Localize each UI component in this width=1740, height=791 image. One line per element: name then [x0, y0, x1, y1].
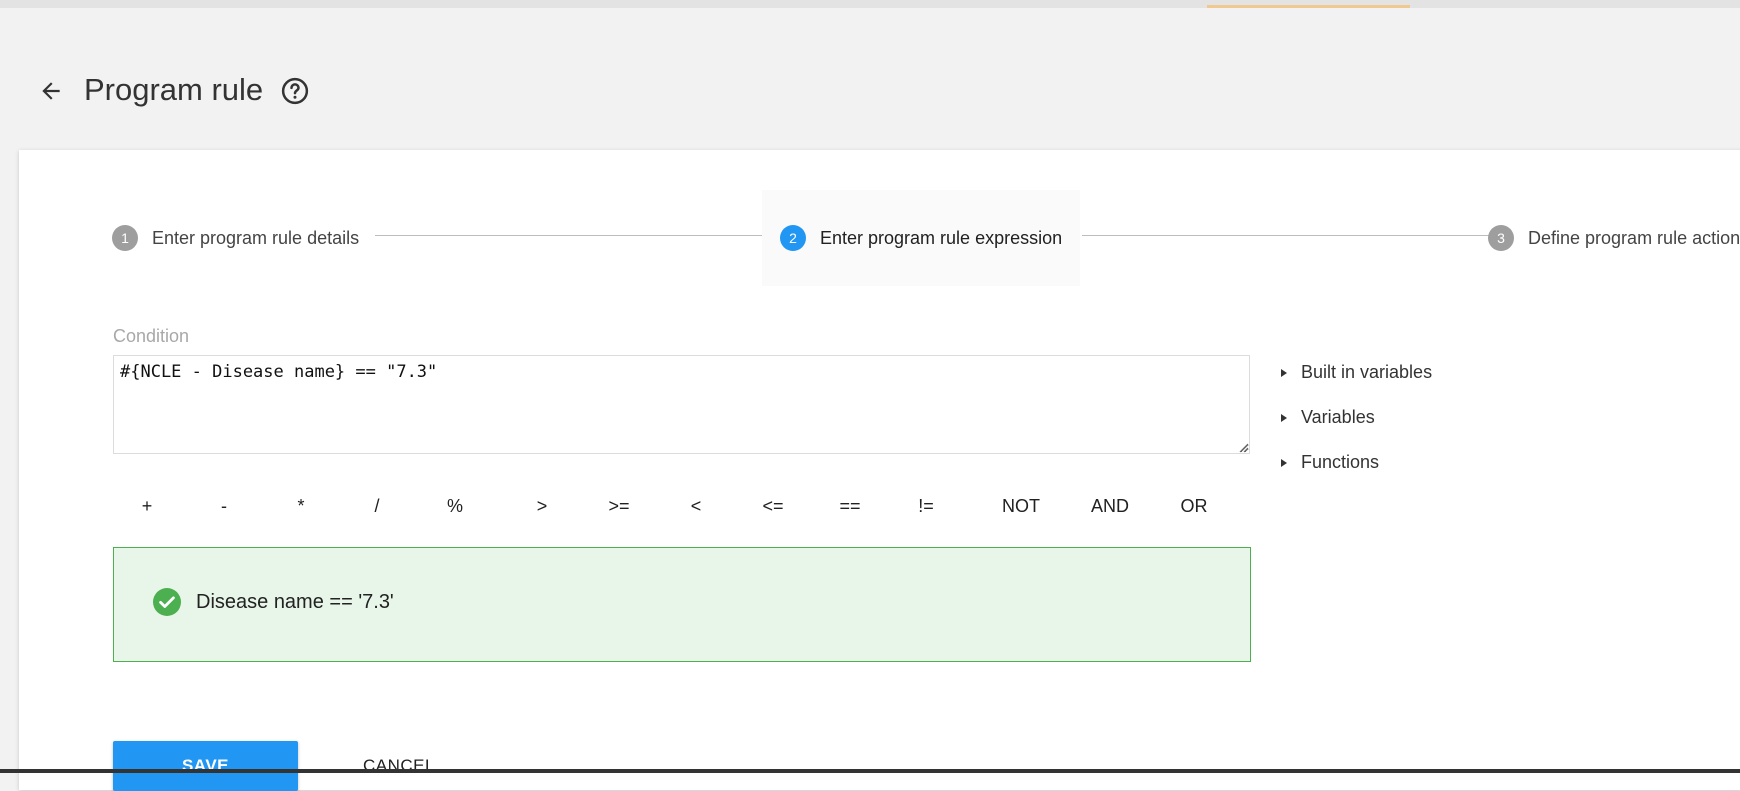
- step-connector: [1082, 235, 1494, 236]
- expression-result-text: Disease name == '7.3': [196, 591, 394, 613]
- resize-grip-icon[interactable]: [1237, 441, 1249, 453]
- cancel-button[interactable]: CANCEL: [339, 741, 459, 791]
- top-strip: [0, 0, 1740, 8]
- expression-result-panel: Disease name == '7.3': [113, 547, 1251, 662]
- page-header: Program rule: [0, 60, 600, 122]
- step-label: Enter program rule details: [152, 227, 360, 248]
- operator-or-button[interactable]: OR: [1174, 482, 1214, 530]
- back-button[interactable]: [34, 76, 68, 106]
- operator-multiply-button[interactable]: *: [281, 482, 321, 530]
- step-label: Define program rule actions: [1528, 227, 1740, 248]
- program-rule-card: 1 Enter program rule details 2 Enter pro…: [19, 150, 1740, 791]
- save-button[interactable]: SAVE: [113, 741, 298, 791]
- operator-less-than-button[interactable]: <: [676, 482, 716, 530]
- menu-item-label: Variables: [1301, 407, 1375, 427]
- bottom-edge: [0, 769, 1740, 773]
- check-circle-icon: [153, 588, 181, 616]
- variable-menu: Built in variables Variables Functions: [1281, 350, 1581, 485]
- menu-item-functions[interactable]: Functions: [1281, 440, 1581, 485]
- operator-equal-button[interactable]: ==: [830, 482, 870, 530]
- caret-right-icon: [1281, 458, 1287, 467]
- operator-and-button[interactable]: AND: [1090, 482, 1130, 530]
- step-label: Enter program rule expression: [820, 227, 1063, 248]
- operator-divide-button[interactable]: /: [357, 482, 397, 530]
- condition-label: Condition: [113, 326, 190, 346]
- help-icon: [281, 77, 309, 105]
- step-connector: [375, 235, 769, 236]
- step-3[interactable]: 3 Define program rule actions: [1488, 222, 1740, 254]
- caret-right-icon: [1281, 368, 1287, 377]
- step-2[interactable]: 2 Enter program rule expression: [762, 190, 1081, 286]
- caret-right-icon: [1281, 413, 1287, 422]
- menu-item-variables[interactable]: Variables: [1281, 395, 1581, 440]
- operator-modulo-button[interactable]: %: [435, 482, 475, 530]
- menu-item-label: Built in variables: [1301, 362, 1433, 382]
- condition-input[interactable]: [113, 355, 1250, 454]
- operator-less-equal-button[interactable]: <=: [753, 482, 793, 530]
- step-1[interactable]: 1 Enter program rule details: [112, 222, 359, 254]
- step-number: 1: [112, 225, 138, 251]
- step-number: 3: [1488, 225, 1514, 251]
- arrow-back-icon: [42, 82, 60, 100]
- operator-minus-button[interactable]: -: [204, 482, 244, 530]
- operator-not-button[interactable]: NOT: [1001, 482, 1041, 530]
- menu-item-label: Functions: [1301, 452, 1380, 472]
- step-number: 2: [780, 225, 806, 251]
- operator-not-equal-button[interactable]: !=: [906, 482, 946, 530]
- operator-plus-button[interactable]: +: [127, 482, 167, 530]
- operator-greater-than-button[interactable]: >: [522, 482, 562, 530]
- operator-greater-equal-button[interactable]: >=: [599, 482, 639, 530]
- top-strip-active-indicator: [1207, 5, 1410, 8]
- operator-toolbar: + - * / % > >= < <= == != NOT AND OR: [113, 482, 1250, 530]
- menu-item-built-in-variables[interactable]: Built in variables: [1281, 350, 1581, 395]
- page-title: Program rule: [84, 72, 264, 107]
- stepper: 1 Enter program rule details 2 Enter pro…: [19, 150, 1740, 290]
- help-button[interactable]: [279, 75, 311, 107]
